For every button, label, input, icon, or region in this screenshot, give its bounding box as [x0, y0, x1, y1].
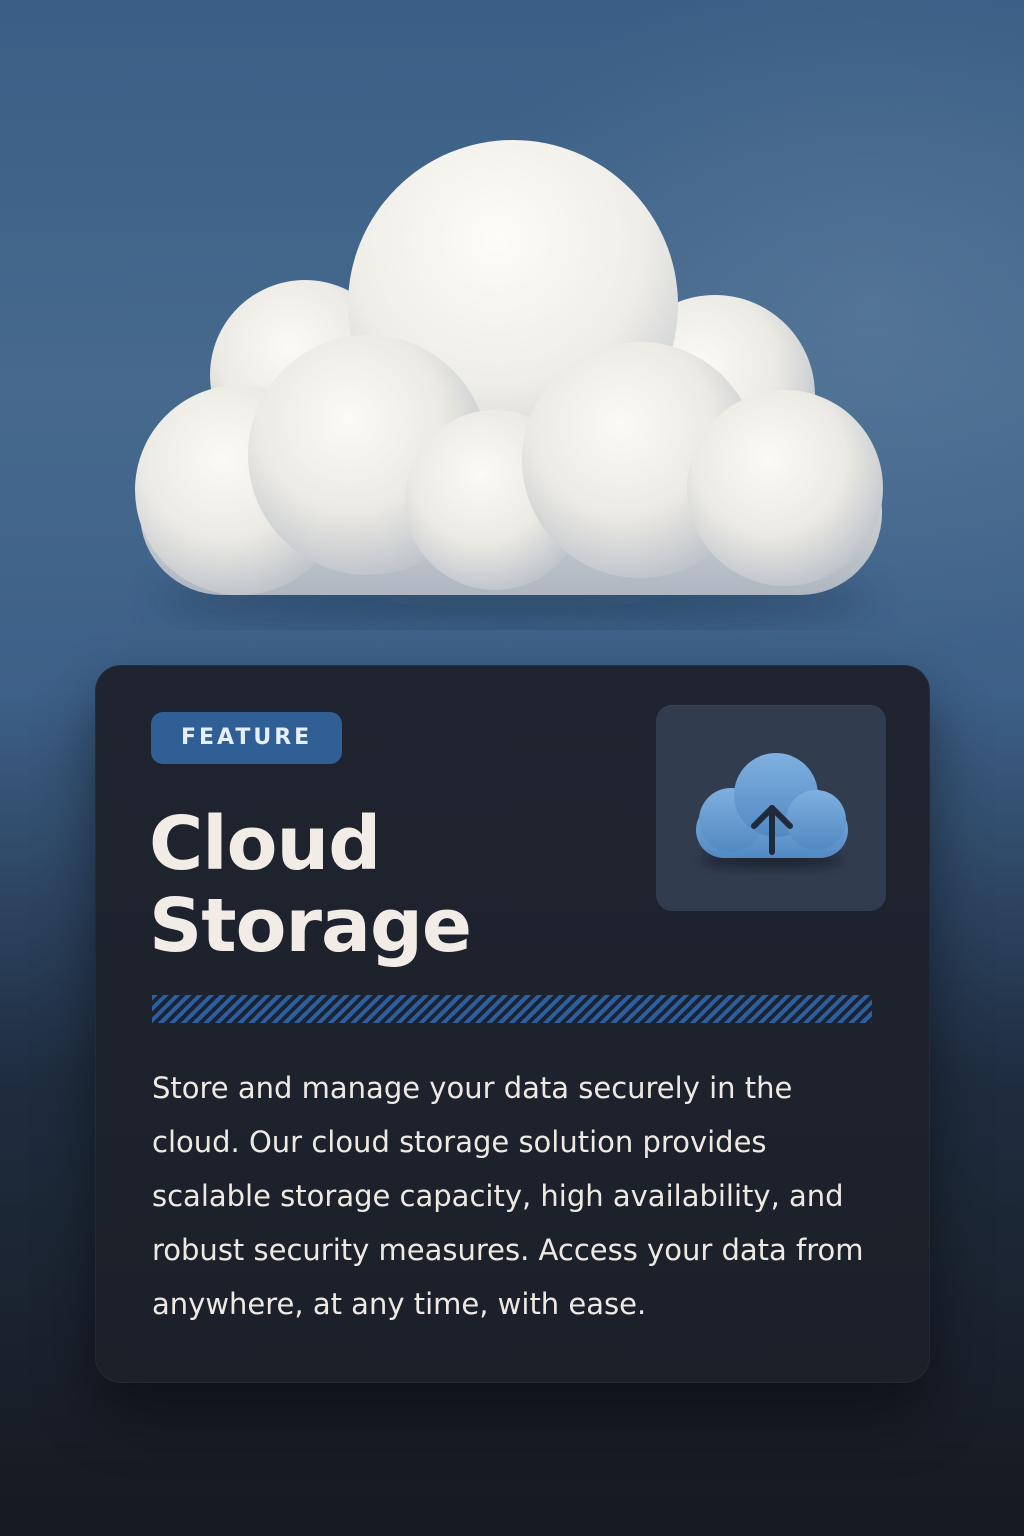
- cloud-icon: [135, 140, 883, 626]
- striped-divider: [152, 995, 872, 1023]
- feature-card: FEATURE Cloud Storage Store and manage y…: [95, 665, 930, 1383]
- cloud-upload-icon: [696, 753, 848, 868]
- card-title-line-1: Cloud: [149, 801, 381, 887]
- card-title-line-2: Storage: [149, 883, 472, 969]
- feature-description: Store and manage your data securely in t…: [152, 1071, 864, 1321]
- icon-tile: [656, 705, 886, 911]
- feature-badge: FEATURE: [151, 712, 343, 764]
- card-title: Cloud Storage: [149, 803, 649, 967]
